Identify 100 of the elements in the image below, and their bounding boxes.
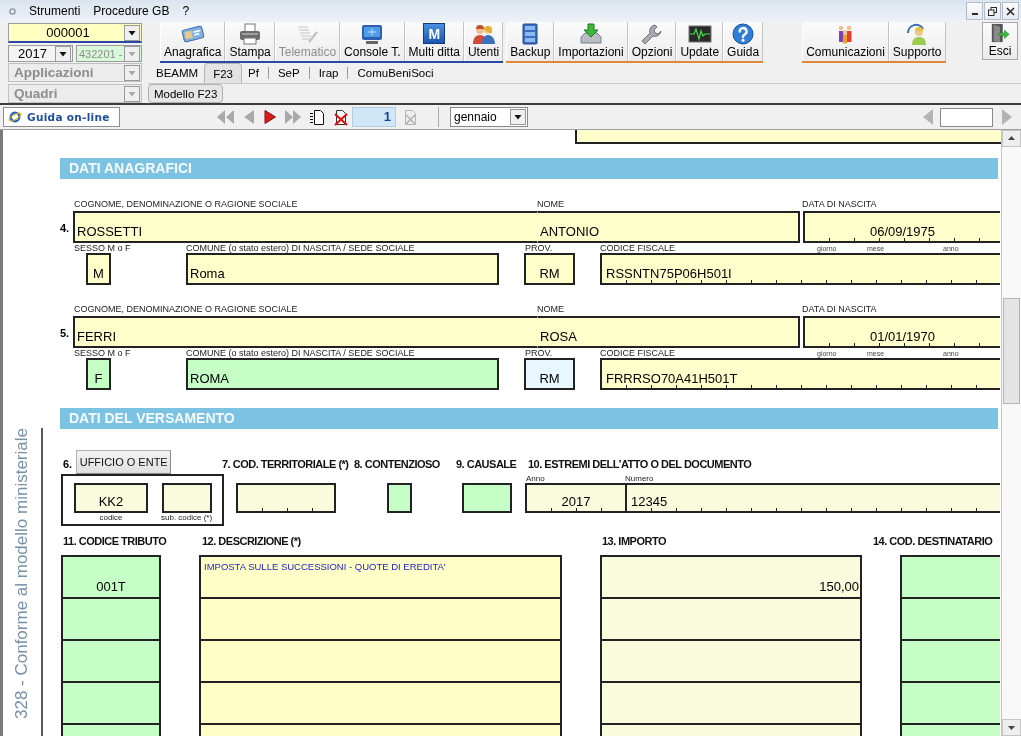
input-field[interactable]: Roma — [186, 253, 499, 285]
download-tray-icon — [579, 23, 603, 45]
input-field[interactable]: ROSA — [537, 316, 800, 348]
input-field[interactable]: FRRRSO70A41H501T — [600, 358, 1000, 390]
letter-logo: M — [423, 23, 446, 44]
input-field[interactable]: 150,00 — [600, 555, 862, 597]
tab[interactable]: ComuBeniSoci — [351, 63, 440, 83]
app-icon[interactable] — [9, 7, 16, 15]
field-caption: Numero — [625, 474, 654, 483]
menu-item[interactable]: Procedure GB — [93, 4, 170, 18]
input-field[interactable]: RSSNTN75P06H501I — [600, 253, 1000, 285]
input-field[interactable]: RM — [524, 358, 575, 390]
toolbar-button[interactable]: Utenti — [463, 22, 504, 61]
input-field[interactable] — [61, 723, 161, 736]
toolbar-button[interactable]: Console T. — [340, 22, 405, 61]
input-field[interactable] — [600, 597, 862, 639]
input-field[interactable] — [900, 597, 1000, 639]
restore-button[interactable] — [984, 2, 1001, 20]
new-page-icon[interactable] — [309, 108, 325, 126]
input-field[interactable]: M — [86, 253, 111, 285]
input-field[interactable]: 001T — [61, 555, 161, 597]
month-dropdown[interactable]: gennaio — [450, 107, 528, 127]
minimize-icon — [971, 13, 978, 15]
section-header: DATI DEL VERSAMENTO — [60, 408, 998, 429]
menu-item[interactable]: Strumenti — [29, 4, 81, 18]
row-number: 4. — [60, 222, 71, 234]
input-field[interactable] — [387, 483, 412, 513]
wrench-icon — [640, 23, 665, 45]
input-field[interactable] — [900, 555, 1000, 597]
toolbar-button[interactable]: Supporto — [888, 22, 946, 61]
input-field[interactable]: 12345 — [625, 483, 1000, 513]
input-field[interactable] — [462, 483, 512, 513]
input-field[interactable] — [900, 681, 1000, 723]
input-field[interactable] — [199, 681, 562, 723]
input-field[interactable]: KK2 — [74, 483, 148, 513]
company-dropdown[interactable]: 000001 — [8, 23, 142, 43]
toolbar-button[interactable]: Importazioni — [554, 22, 628, 61]
tab[interactable]: SeP — [271, 63, 306, 83]
toolbar-button[interactable]: Opzioni — [627, 22, 677, 61]
field-heading: 9. CAUSALE — [456, 458, 517, 471]
input-field[interactable]: 01/01/1970 — [803, 316, 1000, 348]
toolbar-button[interactable]: M Multi ditta — [404, 22, 464, 61]
column-heading: 12. DESCRIZIONE (*) — [202, 535, 301, 548]
help-button[interactable]: Guida on-line — [3, 107, 120, 127]
toolbar-button[interactable]: Backup — [506, 22, 555, 61]
field-heading: 8. CONTENZIOSO — [354, 458, 440, 471]
input-field[interactable]: IMPOSTA SULLE SUCCESSIONI - QUOTE DI EREDITA' — [199, 555, 562, 597]
input-field[interactable] — [600, 639, 862, 681]
menu-item[interactable]: ? — [182, 4, 190, 18]
input-field[interactable] — [900, 723, 1000, 736]
input-field[interactable] — [236, 483, 336, 513]
field-label: COGNOME, DENOMINAZIONE O RAGIONE SOCIALE — [74, 304, 298, 314]
toolbar-button[interactable]: Guida — [723, 22, 764, 61]
page-field[interactable]: 1 — [352, 107, 396, 127]
year-dropdown[interactable]: 2017 — [8, 45, 73, 62]
field-heading: 10. ESTREMI DELL’ATTO O DEL DOCUMENTO — [528, 458, 752, 471]
field-caption: codice — [99, 513, 123, 522]
tab[interactable]: F23 — [204, 63, 242, 83]
input-field[interactable]: ROSSETTI — [73, 211, 537, 243]
input-field[interactable] — [161, 483, 212, 513]
input-field[interactable]: ANTONIO — [537, 211, 800, 243]
input-field[interactable] — [199, 639, 562, 681]
minimize-button[interactable] — [966, 2, 983, 20]
toolbar-button[interactable]: Stampa — [225, 22, 275, 61]
input-field[interactable]: RM — [524, 253, 575, 285]
tab[interactable]: Modello F23 — [148, 84, 224, 103]
toolbar-button[interactable]: Comunicazioni — [802, 22, 889, 61]
input-field[interactable] — [900, 639, 1000, 681]
toolbar-button[interactable]: Update — [676, 22, 724, 61]
field-label: COGNOME, DENOMINAZIONE O RAGIONE SOCIALE — [74, 199, 298, 209]
right-triangle-icon[interactable] — [263, 109, 277, 125]
input-field[interactable] — [600, 681, 862, 723]
input-field[interactable] — [600, 723, 862, 736]
input-field[interactable]: F — [86, 358, 111, 390]
tab[interactable]: Irap — [312, 63, 345, 83]
toolbar-button[interactable]: Anagrafica — [160, 22, 226, 61]
waveform-monitor-icon — [687, 23, 712, 45]
tab[interactable]: Pf — [242, 63, 265, 83]
input-field[interactable]: 2017 — [525, 483, 625, 513]
input-field[interactable] — [199, 723, 562, 736]
row-number: 5. — [60, 327, 71, 339]
field-caption: Anno — [526, 474, 545, 483]
input-field[interactable] — [61, 597, 161, 639]
scrollbar[interactable] — [1001, 130, 1021, 736]
input-field[interactable]: FERRI — [73, 316, 537, 348]
input-field[interactable]: ROMA — [186, 358, 499, 390]
input-field[interactable] — [61, 681, 161, 723]
delete-page-icon[interactable] — [333, 108, 349, 126]
field-label: SESSO M o F — [74, 348, 131, 358]
input-field[interactable] — [199, 597, 562, 639]
input-field[interactable]: 06/09/1975 — [803, 211, 1000, 243]
office-button[interactable]: UFFICIO O ENTE — [76, 450, 172, 474]
close-button[interactable] — [1002, 2, 1019, 20]
column-heading: 13. IMPORTO — [602, 535, 666, 548]
input-field[interactable] — [575, 130, 1001, 144]
exit-button[interactable]: Esci — [982, 22, 1018, 60]
tab[interactable]: BEAMM — [150, 63, 205, 83]
scrollbar-thumb[interactable] — [1003, 298, 1020, 404]
text-field[interactable] — [940, 107, 993, 127]
input-field[interactable] — [61, 639, 161, 681]
